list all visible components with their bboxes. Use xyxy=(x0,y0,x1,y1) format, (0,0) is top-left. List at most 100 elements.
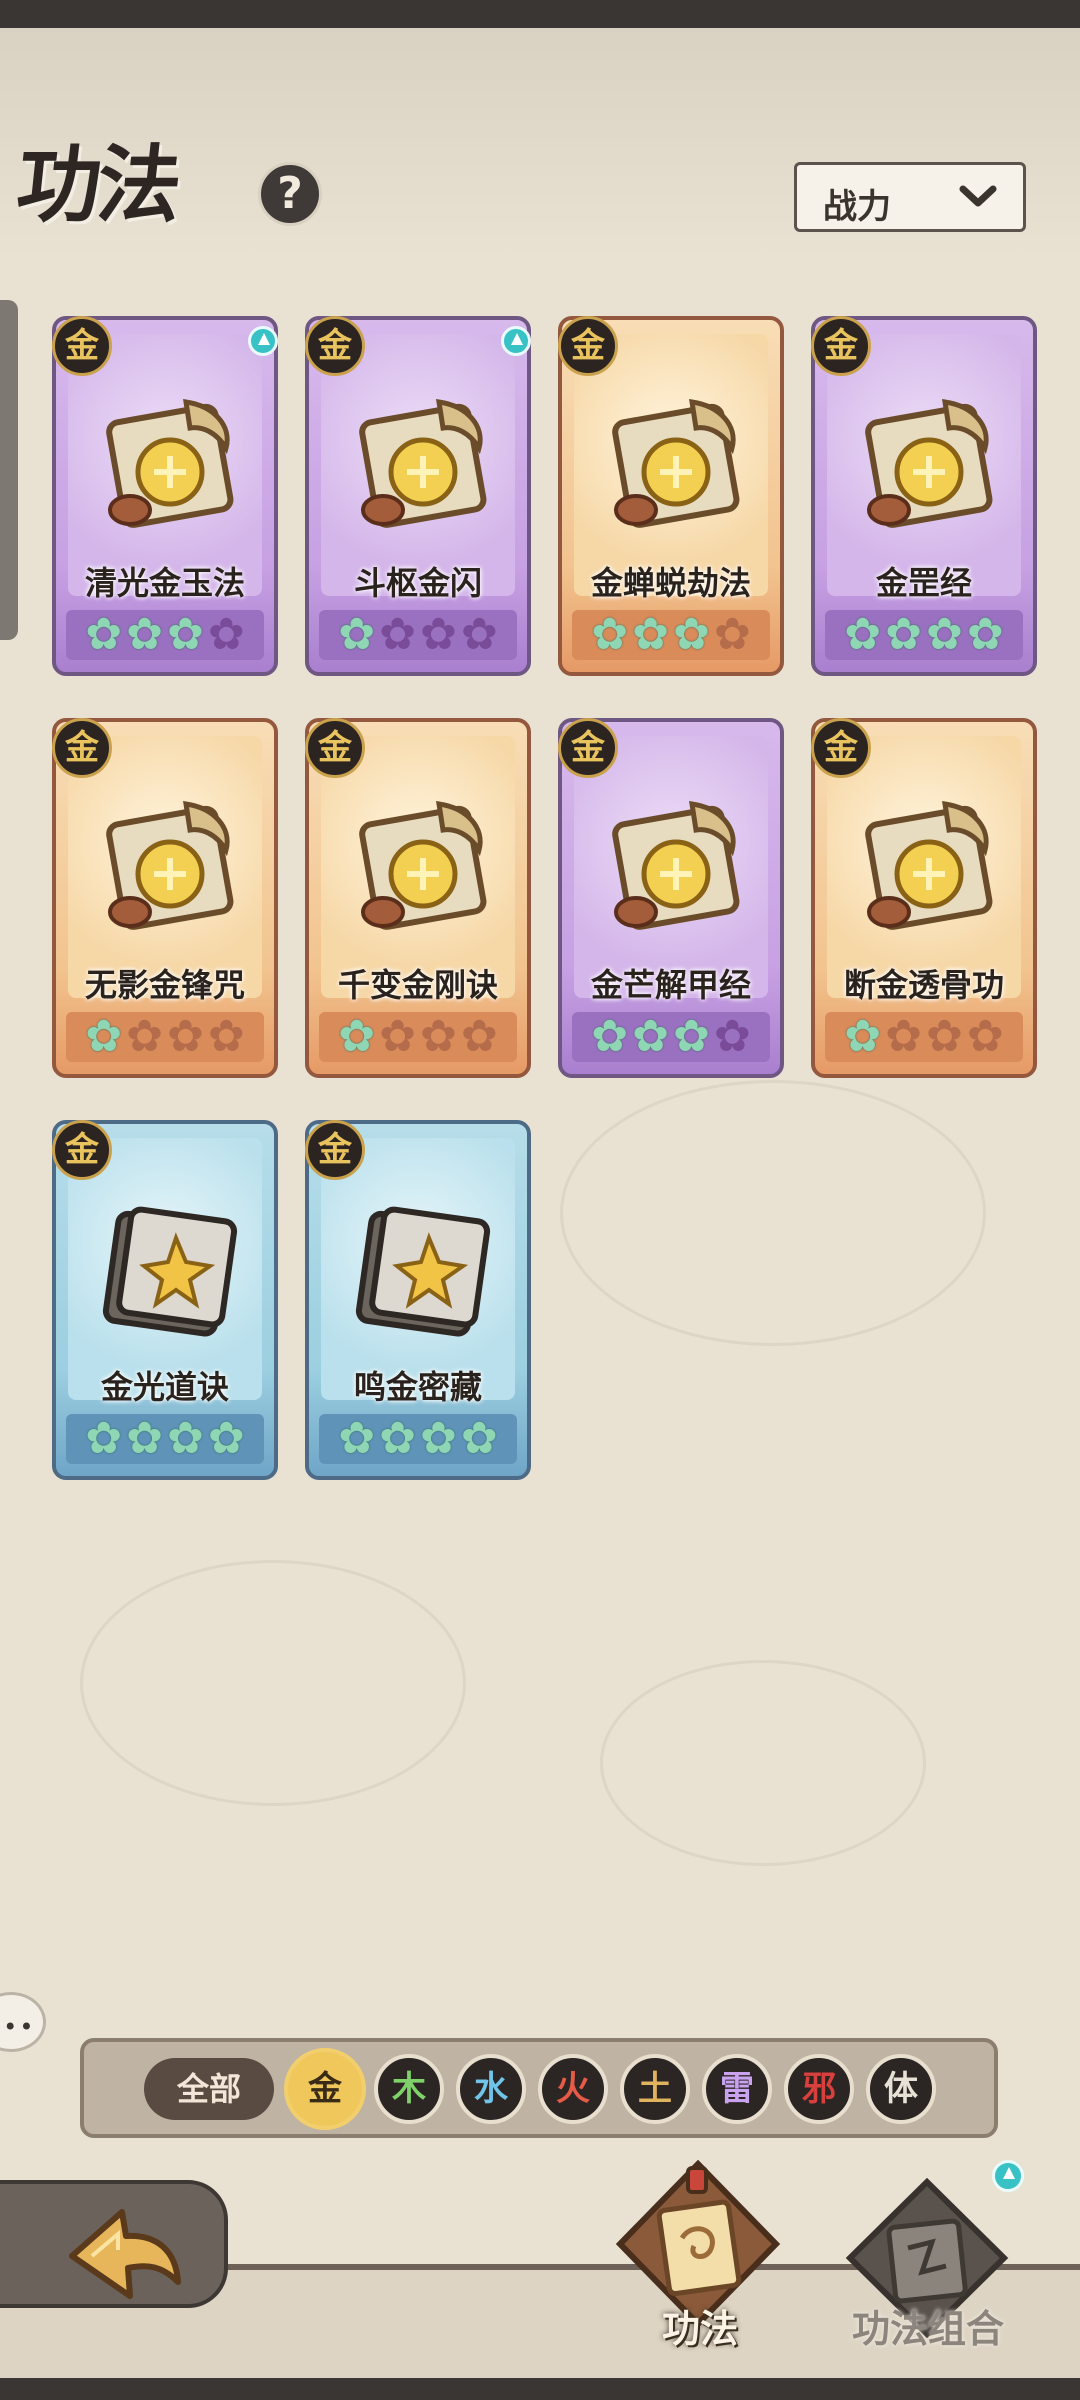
star-lit-icon: ✿ xyxy=(85,1011,123,1062)
technique-card[interactable]: 金断金透骨功 ✿ ✿ ✿ ✿ xyxy=(811,718,1037,1078)
side-drawer-handle[interactable] xyxy=(0,300,18,640)
background-cloud-swirl xyxy=(600,1660,926,1866)
star-lit-icon: ✿ xyxy=(844,609,882,660)
technique-name: 千变金刚诀 xyxy=(337,966,498,1004)
star-unlit-icon: ✿ xyxy=(126,1011,163,1062)
gold-coin-icon xyxy=(106,399,234,528)
sort-dropdown[interactable]: 战力 xyxy=(794,162,1026,232)
technique-card[interactable]: 金金芒解甲经 ✿ ✿ ✿ ✿ xyxy=(558,718,784,1078)
star-rating: ✿ ✿ ✿ ✿ xyxy=(319,610,517,660)
technique-card[interactable]: 金斗枢金闪 ✿ ✿ ✿ ✿ xyxy=(305,316,531,676)
upgrade-arrow-icon xyxy=(501,326,531,356)
blade-icon xyxy=(106,801,234,930)
filter-all-button[interactable]: 全部 xyxy=(144,2058,274,2120)
star-unlit-icon: ✿ xyxy=(420,609,457,660)
star-lit-icon: ✿ xyxy=(338,609,376,660)
gold-pillar-icon xyxy=(612,801,740,930)
technique-name: 金罡经 xyxy=(875,564,972,602)
star-unlit-icon: ✿ xyxy=(207,1011,245,1062)
star-lit-icon: ✿ xyxy=(85,1413,123,1464)
filter-element-button[interactable]: 雷 xyxy=(702,2054,772,2124)
star-rating: ✿ ✿ ✿ ✿ xyxy=(66,1012,264,1062)
star-lit-icon: ✿ xyxy=(379,1413,416,1464)
star-lit-icon: ✿ xyxy=(926,609,963,660)
filter-element-button[interactable]: 金 xyxy=(284,2048,366,2130)
element-badge: 金 xyxy=(558,718,618,778)
element-badge: 金 xyxy=(811,316,871,376)
background-cloud-swirl xyxy=(80,1560,466,1806)
star-lit-icon: ✿ xyxy=(673,609,710,660)
gold-shell-icon xyxy=(359,801,487,930)
star-lit-icon: ✿ xyxy=(966,609,1004,660)
technique-name: 金蝉蜕劫法 xyxy=(590,564,751,602)
upgrade-arrow-icon xyxy=(248,326,278,356)
filter-element-button[interactable]: 木 xyxy=(374,2054,444,2124)
star-unlit-icon: ✿ xyxy=(966,1011,1004,1062)
star-lit-icon: ✿ xyxy=(338,1011,376,1062)
technique-name: 金芒解甲经 xyxy=(590,966,751,1004)
nav-bar xyxy=(0,2378,1080,2400)
filter-element-button[interactable]: 火 xyxy=(538,2054,608,2124)
technique-name: 鸣金密藏 xyxy=(353,1368,482,1406)
filter-element-button[interactable]: 体 xyxy=(866,2054,936,2124)
technique-card[interactable]: 金无影金锋咒 ✿ ✿ ✿ ✿ xyxy=(52,718,278,1078)
broken-ingot-icon xyxy=(865,801,993,930)
technique-name: 清光金玉法 xyxy=(84,564,245,602)
tab-gongfa-combo[interactable]: 功法组合 xyxy=(828,2298,1028,2353)
page-title: 功法 xyxy=(12,135,183,234)
star-lit-icon: ✿ xyxy=(207,1413,245,1464)
star-lit-icon: ✿ xyxy=(632,609,669,660)
technique-card[interactable]: 金金罡经 ✿ ✿ ✿ ✿ xyxy=(811,316,1037,676)
technique-name: 金光道诀 xyxy=(100,1368,229,1406)
star-lit-icon: ✿ xyxy=(632,1011,669,1062)
star-lit-icon: ✿ xyxy=(460,1413,498,1464)
technique-card[interactable]: 金千变金刚诀 ✿ ✿ ✿ ✿ xyxy=(305,718,531,1078)
status-bar xyxy=(0,0,1080,28)
star-unlit-icon: ✿ xyxy=(713,609,751,660)
technique-card[interactable]: 金清光金玉法 ✿ ✿ ✿ ✿ xyxy=(52,316,278,676)
technique-card[interactable]: 金金光道诀 ✿ ✿ ✿ ✿ xyxy=(52,1120,278,1480)
background-cloud-swirl xyxy=(560,1080,986,1346)
star-lit-icon: ✿ xyxy=(591,1011,629,1062)
star-lit-icon: ✿ xyxy=(126,609,163,660)
tab-gongfa[interactable]: 功法 xyxy=(616,2298,784,2353)
star-unlit-icon: ✿ xyxy=(420,1011,457,1062)
back-arrow-icon[interactable] xyxy=(52,2198,192,2318)
help-icon[interactable]: ? xyxy=(258,162,322,226)
star-rating: ✿ ✿ ✿ ✿ xyxy=(572,610,770,660)
filter-element-button[interactable]: 土 xyxy=(620,2054,690,2124)
star-rating: ✿ ✿ ✿ ✿ xyxy=(66,1414,264,1464)
filter-element-button[interactable]: 邪 xyxy=(784,2054,854,2124)
star-rating: ✿ ✿ ✿ ✿ xyxy=(66,610,264,660)
star-lit-icon: ✿ xyxy=(167,1413,204,1464)
star-lit-icon: ✿ xyxy=(126,1413,163,1464)
star-rating: ✿ ✿ ✿ ✿ xyxy=(319,1012,517,1062)
star-unlit-icon: ✿ xyxy=(460,609,498,660)
element-badge: 金 xyxy=(305,316,365,376)
star-rating: ✿ ✿ ✿ ✿ xyxy=(825,1012,1023,1062)
element-badge: 金 xyxy=(52,1120,112,1180)
gold-sword-icon xyxy=(359,399,487,528)
technique-card[interactable]: 金金蝉蜕劫法 ✿ ✿ ✿ ✿ xyxy=(558,316,784,676)
element-badge: 金 xyxy=(52,718,112,778)
technique-card[interactable]: 金鸣金密藏 ✿ ✿ ✿ ✿ xyxy=(305,1120,531,1480)
element-filter-bar: 全部 金木水火土雷邪体 xyxy=(80,2038,998,2138)
star-rating: ✿ ✿ ✿ ✿ xyxy=(572,1012,770,1062)
star-unlit-icon: ✿ xyxy=(167,1011,204,1062)
chevron-down-icon xyxy=(959,185,997,207)
star-rating: ✿ ✿ ✿ ✿ xyxy=(319,1414,517,1464)
star-unlit-icon: ✿ xyxy=(885,1011,922,1062)
filter-element-button[interactable]: 水 xyxy=(456,2054,526,2124)
book-starburst-icon xyxy=(102,1206,238,1337)
element-badge: 金 xyxy=(558,316,618,376)
star-unlit-icon: ✿ xyxy=(713,1011,751,1062)
combo-upgrade-icon xyxy=(992,2160,1024,2192)
star-lit-icon: ✿ xyxy=(591,609,629,660)
technique-name: 斗枢金闪 xyxy=(353,564,482,602)
star-lit-icon: ✿ xyxy=(885,609,922,660)
gold-stairs-icon xyxy=(865,399,993,528)
star-lit-icon: ✿ xyxy=(338,1413,376,1464)
element-badge: 金 xyxy=(52,316,112,376)
star-rating: ✿ ✿ ✿ ✿ xyxy=(825,610,1023,660)
chat-bubble-icon[interactable]: ••• xyxy=(0,1992,46,2052)
